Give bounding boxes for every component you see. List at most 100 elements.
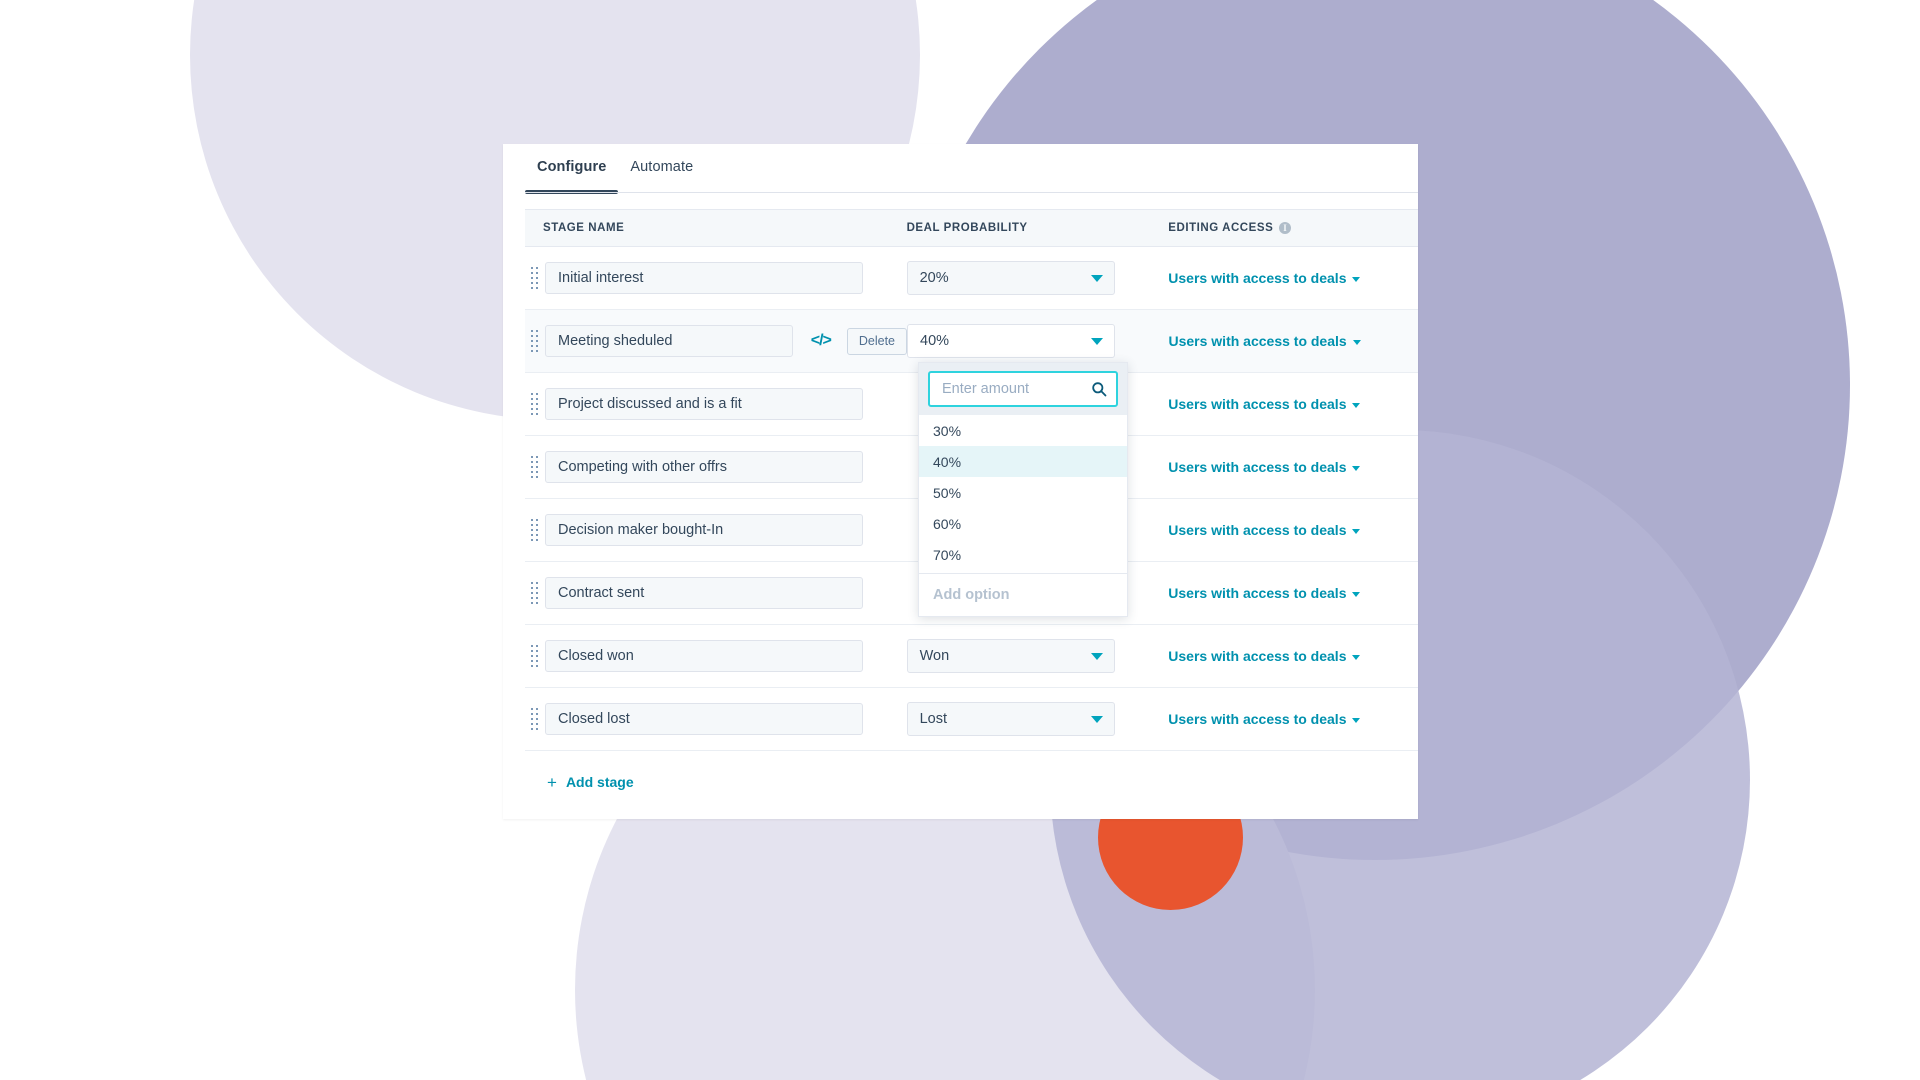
editing-access-dropdown[interactable]: Users with access to deals <box>1168 711 1361 727</box>
add-stage-bar: + Add stage <box>525 751 1418 813</box>
dropdown-option-list[interactable]: 30% 40% 50% 60% 70% 80% <box>919 415 1127 573</box>
chevron-down-icon <box>1352 276 1361 282</box>
stage-name-input[interactable] <box>545 325 793 357</box>
cell-deal-probability: 20% <box>906 261 1169 295</box>
table-row: Lost Users with access to deals <box>525 688 1418 751</box>
chevron-down-icon <box>1352 465 1361 471</box>
add-stage-label: Add stage <box>565 774 634 790</box>
drag-handle-icon[interactable] <box>527 643 541 669</box>
search-icon[interactable] <box>1091 381 1107 397</box>
code-brackets-icon[interactable]: </> <box>811 332 832 350</box>
deal-probability-select[interactable]: Lost <box>906 702 1115 736</box>
add-option-button[interactable]: Add option <box>919 573 1127 616</box>
editing-access-dropdown[interactable]: Users with access to deals <box>1168 522 1361 538</box>
cell-stage-name <box>525 640 907 672</box>
editing-access-label: Users with access to deals <box>1168 522 1347 538</box>
tab-configure[interactable]: Configure <box>525 144 619 194</box>
cell-editing-access: Users with access to deals <box>1168 522 1418 538</box>
cell-editing-access: Users with access to deals <box>1168 648 1418 664</box>
dropdown-search-area <box>919 363 1127 415</box>
editing-access-label: Users with access to deals <box>1168 648 1347 664</box>
deal-probability-value: 40% <box>920 333 950 349</box>
chevron-down-icon <box>1091 338 1103 345</box>
chevron-down-icon <box>1352 402 1361 408</box>
amount-search-input[interactable] <box>940 380 1094 398</box>
editing-access-dropdown[interactable]: Users with access to deals <box>1168 333 1361 349</box>
dropdown-option[interactable]: 30% <box>919 415 1127 446</box>
chevron-down-icon <box>1090 275 1103 282</box>
dropdown-option[interactable]: 40% <box>919 446 1127 477</box>
cell-deal-probability: Won <box>906 639 1169 673</box>
cell-editing-access: Users with access to deals <box>1168 333 1418 349</box>
chevron-down-icon <box>1352 654 1361 660</box>
stage-name-input[interactable] <box>545 388 863 420</box>
editing-access-label: Users with access to deals <box>1168 585 1347 601</box>
deal-probability-value: Won <box>919 648 950 664</box>
cell-stage-name <box>525 262 907 294</box>
editing-access-dropdown[interactable]: Users with access to deals <box>1168 270 1361 286</box>
cell-editing-access: Users with access to deals <box>1168 459 1418 475</box>
column-header-editing-access-label: EDITING ACCESS <box>1168 222 1274 234</box>
drag-handle-icon[interactable] <box>527 265 541 291</box>
deal-probability-value: 20% <box>919 270 949 286</box>
stage-name-input[interactable] <box>545 262 863 294</box>
cell-stage-name <box>525 388 907 420</box>
cell-stage-name <box>525 451 907 483</box>
editing-access-label: Users with access to deals <box>1168 711 1347 727</box>
chevron-down-icon <box>1352 528 1361 534</box>
delete-stage-button[interactable]: Delete <box>846 327 907 355</box>
chevron-down-icon <box>1090 716 1103 723</box>
screen-root: Configure Automate STAGE NAME DEAL PROBA… <box>0 0 1920 1080</box>
info-icon[interactable]: i <box>1279 222 1292 234</box>
editing-access-dropdown[interactable]: Users with access to deals <box>1168 396 1361 412</box>
chevron-down-icon <box>1090 653 1103 660</box>
plus-icon: + <box>547 772 557 792</box>
deal-probability-select[interactable]: 20% <box>906 261 1115 295</box>
cell-editing-access: Users with access to deals <box>1168 270 1418 286</box>
drag-handle-icon[interactable] <box>527 580 541 606</box>
editing-access-dropdown[interactable]: Users with access to deals <box>1168 459 1361 475</box>
tab-configure-label: Configure <box>537 159 607 175</box>
cell-stage-name <box>525 514 907 546</box>
stage-name-input[interactable] <box>545 640 863 672</box>
editing-access-label: Users with access to deals <box>1168 459 1347 475</box>
cell-editing-access: Users with access to deals <box>1168 396 1418 412</box>
chevron-down-icon <box>1352 339 1361 345</box>
drag-handle-icon[interactable] <box>527 328 541 354</box>
cell-stage-name: </> Delete <box>525 325 907 357</box>
drag-handle-icon[interactable] <box>527 517 541 543</box>
tab-automate[interactable]: Automate <box>618 144 705 188</box>
drag-handle-icon[interactable] <box>527 391 541 417</box>
editing-access-label: Users with access to deals <box>1168 270 1347 286</box>
stage-name-input[interactable] <box>545 577 863 609</box>
drag-handle-icon[interactable] <box>527 706 541 732</box>
cell-deal-probability: Lost <box>906 702 1169 736</box>
dropdown-option[interactable]: 50% <box>919 477 1127 508</box>
editing-access-dropdown[interactable]: Users with access to deals <box>1168 648 1361 664</box>
stage-name-input[interactable] <box>545 514 863 546</box>
deal-probability-select[interactable]: Won <box>906 639 1115 673</box>
editing-access-label: Users with access to deals <box>1168 333 1347 349</box>
table-row: 20% Users with access to deals <box>525 247 1418 310</box>
tab-divider <box>525 192 1418 193</box>
tab-automate-label: Automate <box>630 159 694 175</box>
stage-name-input[interactable] <box>545 451 863 483</box>
stage-name-input[interactable] <box>545 703 863 735</box>
tab-bar: Configure Automate <box>503 144 1418 194</box>
drag-handle-icon[interactable] <box>527 454 541 480</box>
editing-access-dropdown[interactable]: Users with access to deals <box>1168 585 1361 601</box>
table-header-row: STAGE NAME DEAL PROBABILITY EDITING ACCE… <box>525 209 1418 247</box>
table-row: Won Users with access to deals <box>525 625 1418 688</box>
column-header-editing-access: EDITING ACCESS i <box>1168 222 1418 234</box>
chevron-down-icon <box>1352 717 1361 723</box>
add-stage-button[interactable]: + Add stage <box>547 774 634 791</box>
deal-probability-value: Lost <box>919 711 947 727</box>
cell-deal-probability: 40% <box>907 324 1168 358</box>
dropdown-option[interactable]: 60% <box>919 508 1127 539</box>
cell-stage-name <box>525 577 907 609</box>
column-header-deal-probability: DEAL PROBABILITY <box>906 222 1028 234</box>
dropdown-search-box[interactable] <box>928 371 1118 407</box>
editing-access-label: Users with access to deals <box>1168 396 1347 412</box>
deal-probability-select[interactable]: 40% <box>907 324 1115 358</box>
dropdown-option[interactable]: 70% <box>919 539 1127 570</box>
